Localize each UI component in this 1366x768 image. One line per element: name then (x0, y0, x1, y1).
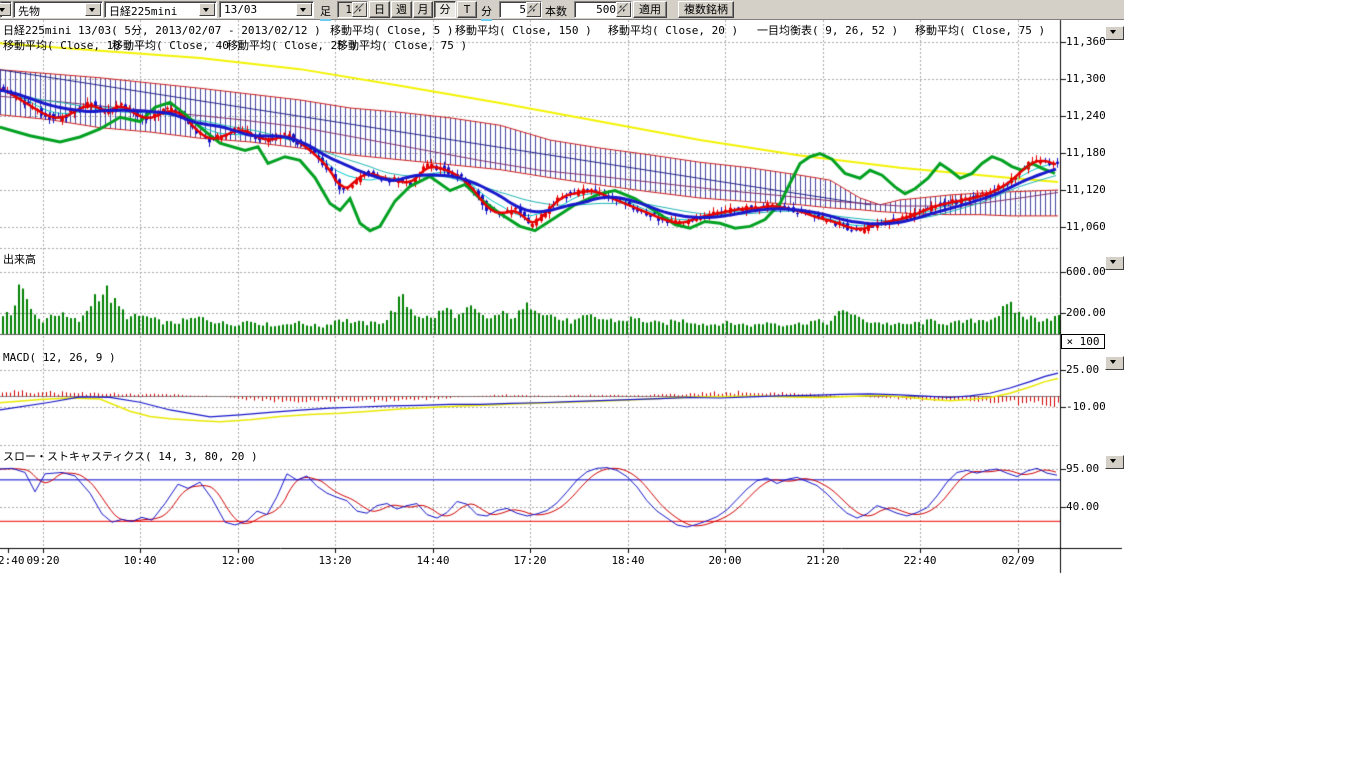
axis-tick-label: 11,120 (1066, 184, 1106, 196)
chevron-down-icon (1110, 30, 1116, 37)
minute-spinner[interactable]: 5 (499, 1, 542, 18)
instrument-type-value: 先物 (18, 3, 40, 19)
time-tick-label: 20:00 (708, 554, 741, 567)
volume-multiplier-badge: × 100 (1061, 334, 1105, 349)
period-month-button[interactable]: 月 (413, 1, 433, 18)
chart-app-window: 先物 日経225mini 13/03 足 1 日 週 月 分 T 分 5 (0, 0, 1366, 768)
chevron-down-icon[interactable] (85, 3, 101, 16)
time-tick-label: 14:40 (416, 554, 449, 567)
axis-tick-label: 11,180 (1066, 147, 1106, 159)
time-tick-label: 17:20 (513, 554, 546, 567)
time-tick-label: 12:00 (221, 554, 254, 567)
spinner-icon[interactable] (526, 2, 541, 17)
toolbar: 先物 日経225mini 13/03 足 1 日 週 月 分 T 分 5 (0, 0, 1124, 20)
axis-tick-label: 200.00 (1066, 307, 1106, 319)
time-tick-label: 18:40 (611, 554, 644, 567)
symbol-select[interactable]: 日経225mini (104, 1, 217, 18)
multi-symbol-button[interactable]: 複数銘柄 (678, 1, 734, 18)
time-axis: 02:4009:20 10:40 12:00 13:20 14:40 17:20 18:40… (0, 554, 1124, 568)
bar-count-value: 1 (345, 3, 352, 16)
spinner-icon[interactable] (352, 2, 367, 17)
bar-count-spinner: 1 (337, 1, 368, 18)
chevron-down-icon[interactable] (199, 3, 215, 16)
bar-type-label: 足 (320, 3, 331, 21)
right-axis-labels: 11,360 11,300 11,240 11,180 11,120 11,060 600.… (0, 0, 1124, 548)
count-spinner[interactable]: 500 (574, 1, 632, 18)
axis-tick-label: 95.00 (1066, 463, 1099, 475)
minute-value: 5 (519, 3, 526, 16)
time-tick-label: 02:40 (0, 554, 25, 567)
panel-dropdown-button[interactable] (1105, 256, 1124, 270)
time-tick-label: 22:40 (903, 554, 936, 567)
symbol-value: 日経225mini (109, 3, 177, 19)
period-tick-button[interactable]: T (457, 1, 477, 18)
minute-label: 分 (481, 3, 492, 21)
axis-tick-label: -10.00 (1066, 401, 1106, 413)
axis-tick-label: 11,060 (1066, 221, 1106, 233)
time-tick-label: 02/09 (1001, 554, 1034, 567)
axis-tick-label: 11,300 (1066, 73, 1106, 85)
axis-tick-label: 40.00 (1066, 501, 1099, 513)
contract-month-value: 13/03 (224, 3, 257, 16)
contract-month-select[interactable]: 13/03 (219, 1, 314, 18)
period-week-button[interactable]: 週 (391, 1, 412, 18)
axis-tick-label: 25.00 (1066, 364, 1099, 376)
chevron-down-icon[interactable] (0, 3, 11, 16)
period-minute-button[interactable]: 分 (434, 1, 456, 18)
time-tick-label: 13:20 (318, 554, 351, 567)
apply-button[interactable]: 適用 (633, 1, 667, 18)
chevron-down-icon[interactable] (296, 3, 312, 16)
panel-dropdown-button[interactable] (1105, 26, 1124, 40)
count-value: 500 (596, 3, 616, 16)
axis-tick-label: 11,240 (1066, 110, 1106, 122)
instrument-type-select[interactable]: 先物 (13, 1, 103, 18)
panel-dropdown-button[interactable] (1105, 455, 1124, 469)
axis-tick-label: 600.00 (1066, 266, 1106, 278)
spinner-icon[interactable] (616, 2, 631, 17)
time-tick-label: 10:40 (123, 554, 156, 567)
count-label: 本数 (545, 3, 567, 19)
period-day-button[interactable]: 日 (369, 1, 390, 18)
chevron-down-icon (1110, 260, 1116, 267)
chevron-down-icon (1110, 360, 1116, 367)
panel-dropdown-button[interactable] (1105, 356, 1124, 370)
chevron-down-icon (1110, 459, 1116, 466)
partial-combo[interactable] (0, 1, 12, 18)
axis-tick-label: 11,360 (1066, 36, 1106, 48)
time-tick-label: 21:20 (806, 554, 839, 567)
time-tick-label: 09:20 (26, 554, 59, 567)
